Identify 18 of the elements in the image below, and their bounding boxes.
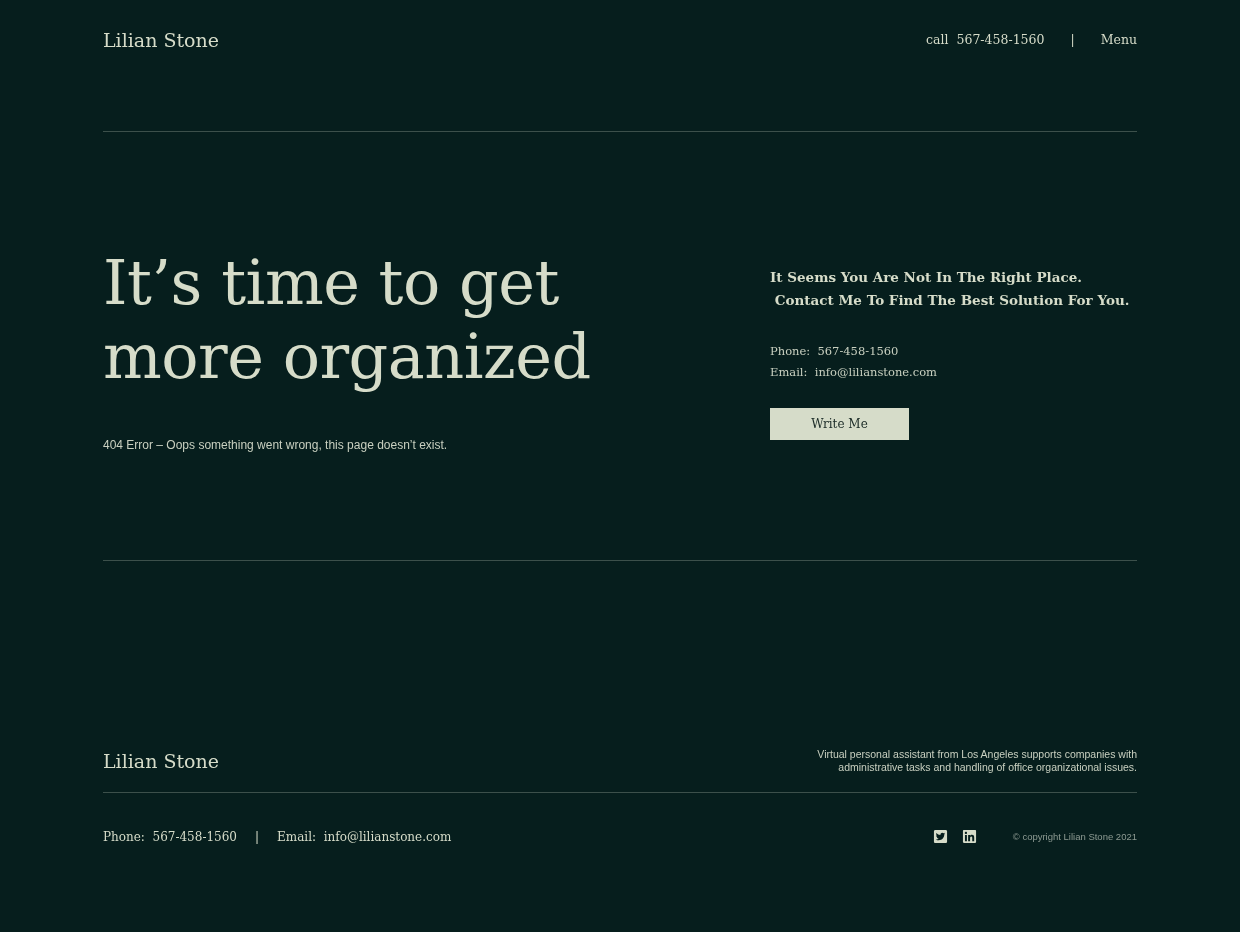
logo[interactable]: Lilian Stone — [103, 29, 220, 51]
email-text: Email: info@lilianstone.com — [770, 364, 939, 381]
menu-link[interactable]: Menu — [1100, 32, 1137, 47]
twitter-icon[interactable] — [932, 829, 948, 844]
separator: | — [1070, 32, 1075, 47]
phone-text: Phone: 567-458-1560 — [770, 343, 900, 360]
write-me-button[interactable]: Write Me — [770, 408, 909, 440]
footer-phone: Phone: 567-458-1560 — [103, 829, 237, 844]
footer-logo[interactable]: Lilian Stone — [103, 750, 220, 772]
footer-email[interactable]: Email: info@lilianstone.com — [277, 829, 452, 844]
separator: | — [255, 829, 260, 844]
hero-title: It’s time to get more organized — [103, 246, 592, 394]
contact-heading: It Seems You Are Not In The Right Place. Contact Me To Find The Best Solution For You. — [770, 268, 1131, 310]
call-link[interactable]: call 567-458-1560 — [926, 32, 1045, 47]
copyright: © copyright Lilian Stone 2021 — [1012, 831, 1137, 842]
footer-description: Virtual personal assistant from Los Angeles supports companies with administrative tasks and handling of office organizational issues. — [816, 748, 1137, 774]
linkedin-icon[interactable] — [961, 829, 977, 844]
error-text: 404 Error – Oops something went wrong, this page doesn’t exist. — [103, 438, 449, 452]
